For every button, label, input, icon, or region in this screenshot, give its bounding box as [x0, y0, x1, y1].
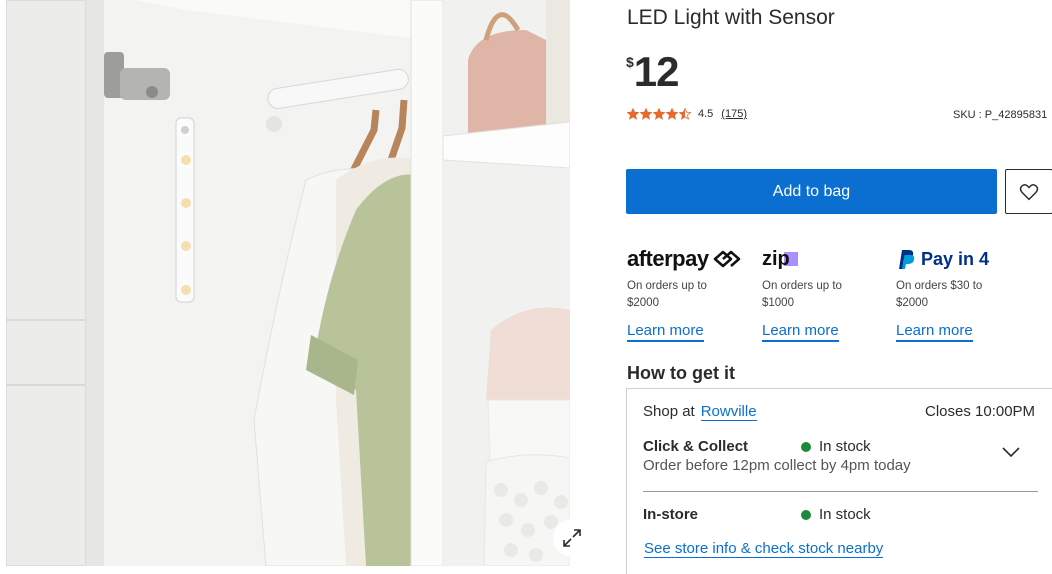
in-stock-dot-icon	[801, 441, 811, 452]
zip-terms: On orders up to $1000	[762, 278, 882, 312]
star-icon	[640, 108, 652, 120]
svg-text:zip: zip	[762, 248, 790, 270]
afterpay-arrows-icon	[713, 250, 740, 268]
rating-stars	[627, 108, 692, 120]
afterpay-terms: On orders up to $2000	[627, 278, 747, 312]
star-icon	[666, 108, 678, 120]
store-info-link[interactable]: See store info & check stock nearby	[644, 540, 884, 558]
product-sku: SKU : P_42895831	[953, 109, 1048, 121]
rating-count-link[interactable]: (175)	[721, 108, 747, 120]
click-collect-detail: Order before 12pm collect by 4pm today	[643, 457, 911, 474]
paypal-terms: On orders $30 to $2000	[896, 278, 1016, 312]
zip-logo-mark: zip	[762, 248, 798, 270]
zip-logo: zip	[762, 244, 887, 274]
afterpay-terms-line2: $2000	[627, 297, 659, 309]
product-price: $ 12	[626, 48, 680, 96]
afterpay-logo: afterpay	[627, 244, 752, 274]
expand-image-button[interactable]	[553, 519, 591, 557]
afterpay-learn-more-link[interactable]: Learn more	[627, 322, 704, 342]
click-collect-stock-status: In stock	[801, 438, 871, 455]
zip-terms-line2: $1000	[762, 297, 794, 309]
product-photo	[6, 0, 570, 566]
star-icon	[653, 108, 665, 120]
click-collect-stock-text: In stock	[819, 438, 871, 455]
paypal-icon	[899, 250, 915, 269]
in-stock-dot-icon	[801, 509, 811, 520]
zip-terms-line1: On orders up to	[762, 280, 842, 292]
afterpay-logo-text: afterpay	[627, 246, 709, 271]
zip-learn-more-link[interactable]: Learn more	[762, 322, 839, 342]
fulfilment-panel: Shop at Rowville Closes 10:00PM Click & C…	[626, 388, 1052, 574]
shop-at-label: Shop at	[643, 403, 695, 420]
paypal-logo: Pay in 4	[896, 244, 1021, 274]
price-amount: 12	[633, 48, 680, 95]
payment-option-zip: zip On orders up to $1000 Learn more	[762, 244, 887, 342]
star-icon	[627, 108, 639, 120]
fulfilment-divider	[643, 491, 1038, 492]
shop-at-row: Shop at Rowville	[643, 403, 757, 421]
afterpay-terms-line1: On orders up to	[627, 280, 707, 292]
paypal-learn-more-link[interactable]: Learn more	[896, 322, 973, 342]
in-store-stock-status: In stock	[801, 506, 871, 523]
payment-option-afterpay: afterpay On orders up to $2000 Learn mor…	[627, 244, 752, 342]
price-currency: $	[626, 54, 634, 70]
chevron-down-icon	[1002, 447, 1020, 458]
star-icon	[679, 108, 691, 120]
product-title: LED Light with Sensor	[627, 6, 835, 29]
add-to-bag-button[interactable]: Add to bag	[626, 169, 997, 214]
store-name-link[interactable]: Rowville	[700, 403, 757, 421]
in-store-title: In-store	[643, 506, 699, 523]
click-collect-expand-button[interactable]	[1001, 445, 1021, 464]
payment-option-paypal: Pay in 4 On orders $30 to $2000 Learn mo…	[896, 244, 1021, 342]
paypal-terms-line1: On orders $30 to	[896, 280, 983, 292]
click-collect-title: Click & Collect	[643, 438, 749, 455]
rating-value: 4.5	[698, 108, 714, 120]
paypal-logo-text: Pay in 4	[921, 248, 990, 269]
rating-summary: 4.5 (175)	[627, 108, 747, 120]
store-closing-time: Closes 10:00PM	[925, 403, 1036, 420]
heart-icon	[1019, 183, 1039, 200]
paypal-terms-line2: $2000	[896, 297, 928, 309]
in-store-stock-text: In stock	[819, 506, 871, 523]
fulfilment-heading: How to get it	[627, 363, 735, 383]
product-image[interactable]	[6, 0, 570, 566]
wishlist-button[interactable]	[1005, 169, 1052, 214]
expand-icon	[563, 529, 581, 547]
